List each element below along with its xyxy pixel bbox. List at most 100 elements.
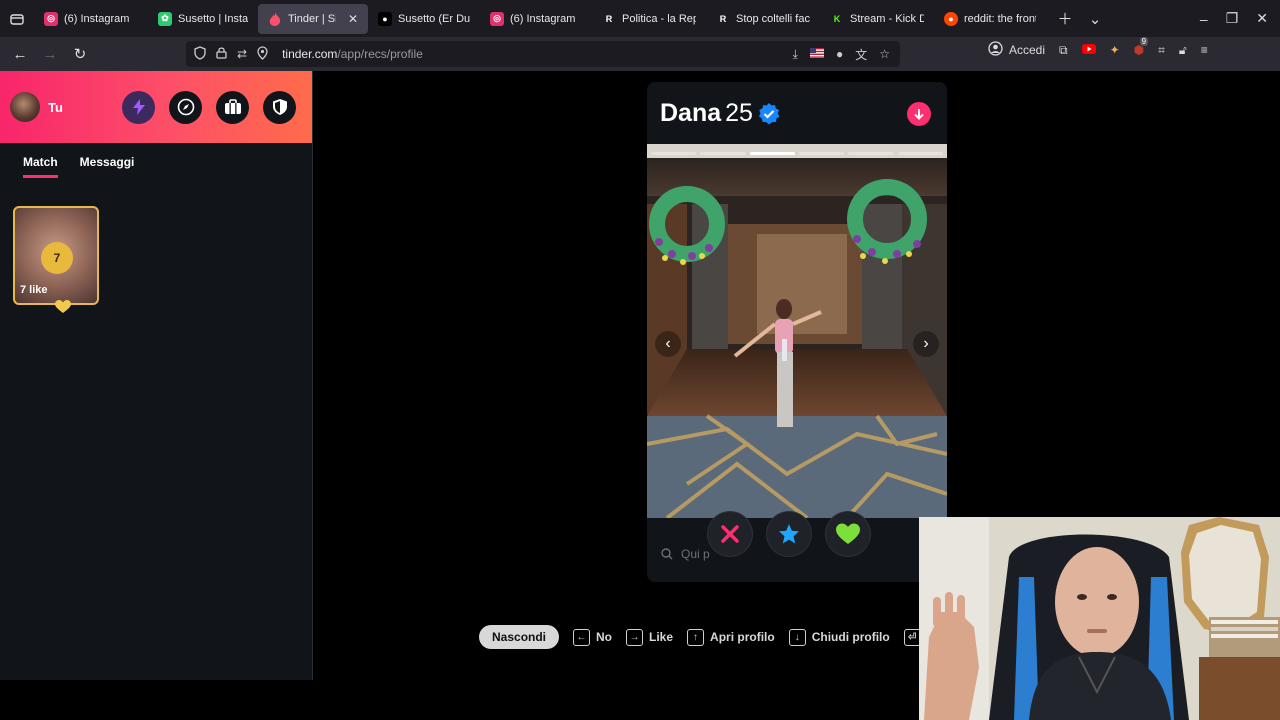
extension-badge: 9 — [1139, 37, 1149, 46]
down-key-icon: ↓ — [788, 628, 806, 646]
profile-photo[interactable]: ‹ › — [647, 144, 947, 518]
browser-tab-kick[interactable]: K Stream - Kick Das — [820, 4, 934, 34]
tab-label: Politica - la Repub — [622, 12, 696, 25]
location-icon[interactable] — [257, 45, 268, 63]
nope-button[interactable] — [708, 512, 752, 556]
like-button[interactable] — [826, 512, 870, 556]
shield-icon[interactable] — [194, 45, 206, 63]
header-icons — [122, 90, 296, 124]
tab-label: Susetto | Instagra — [178, 12, 248, 25]
url-text[interactable]: tinder.com/app/recs/profile — [282, 47, 423, 61]
extension-icon[interactable]: ✦ — [1110, 43, 1120, 57]
lightning-icon — [132, 99, 145, 115]
photo-progress-segment[interactable] — [798, 152, 845, 155]
toolbar-right: Accedi ⧉ ✦ ⬢ 9 ⌗ 🔓︎ ≡ — [988, 37, 1208, 59]
x-icon — [721, 525, 739, 543]
card-search[interactable]: Qui p — [661, 547, 710, 561]
list-all-tabs-button[interactable]: ⌄ — [1080, 4, 1110, 34]
shortcut-no[interactable]: ← No — [573, 628, 613, 646]
threads-icon: ● — [378, 11, 392, 26]
browser-tab-stop-coltelli[interactable]: R Stop coltelli facili — [706, 4, 820, 34]
new-tab-button[interactable]: ＋ — [1050, 4, 1080, 34]
browser-tab-susetto-instagram[interactable]: ✿ Susetto | Instagra — [148, 4, 258, 34]
minimize-icon[interactable]: – — [1200, 11, 1208, 27]
sign-in-button[interactable]: Accedi — [988, 41, 1045, 59]
arrow-left-icon: ← — [12, 45, 28, 63]
window-controls: – ❐ ✕ — [1200, 10, 1280, 27]
star-icon — [779, 524, 799, 544]
previous-photo-button[interactable]: ‹ — [655, 331, 681, 357]
bookmark-star-icon[interactable]: ☆ — [879, 47, 890, 61]
close-window-icon[interactable]: ✕ — [1256, 10, 1268, 27]
photo-progress-segment[interactable] — [651, 152, 697, 155]
tab-messaggi[interactable]: Messaggi — [80, 155, 135, 178]
shortcut-like[interactable]: → Like — [626, 628, 674, 646]
extensions-icon[interactable]: ⧉ — [1059, 43, 1068, 58]
browser-tab-instagram-1[interactable]: ◎ (6) Instagram — [34, 4, 148, 34]
back-button[interactable]: ← — [5, 39, 35, 69]
tab-match[interactable]: Match — [23, 155, 58, 178]
right-key-icon: → — [626, 628, 644, 646]
youtube-extension-icon[interactable] — [1081, 43, 1096, 57]
boost-button[interactable] — [122, 90, 155, 124]
shortcut-label: No — [596, 630, 613, 644]
up-key-icon: ↑ — [687, 628, 705, 646]
translate-icon[interactable]: 文 — [855, 46, 867, 63]
profile-age: 25 — [725, 99, 753, 127]
us-flag-icon[interactable] — [809, 47, 824, 61]
photo-progress — [651, 152, 943, 155]
restore-icon[interactable]: ❐ — [1226, 10, 1239, 27]
avatar[interactable] — [10, 92, 40, 122]
photo-progress-segment[interactable] — [700, 152, 746, 155]
work-mode-button[interactable] — [216, 90, 249, 124]
shortcut-close-profile[interactable]: ↓ Chiudi profilo — [788, 628, 890, 646]
kick-icon: K — [833, 13, 841, 24]
browser-nav-bar: ← → ↻ ⇄ tinder.com/app/recs/profile ⤓ ● … — [0, 37, 1280, 71]
plus-icon: ＋ — [1057, 11, 1073, 28]
close-profile-button[interactable] — [907, 102, 931, 126]
next-photo-button[interactable]: › — [913, 331, 939, 357]
ublock-extension-icon[interactable]: ⬢ 9 — [1134, 37, 1149, 57]
likes-you-card[interactable]: 7 7 like — [13, 206, 99, 313]
forward-button[interactable]: → — [35, 39, 65, 69]
tabs-overview-icon — [10, 13, 24, 25]
photo-progress-segment[interactable] — [897, 152, 943, 155]
browser-tab-tinder[interactable]: Tinder | Sito di ✕ — [258, 3, 368, 34]
shortcut-label: Chiudi profilo — [811, 630, 890, 644]
photo-progress-segment[interactable] — [749, 152, 795, 155]
download-page-icon[interactable]: ⤓ — [793, 47, 798, 62]
safety-button[interactable] — [263, 90, 296, 124]
browser-tab-instagram-2[interactable]: ◎ (6) Instagram — [480, 4, 592, 34]
shortcut-open-profile[interactable]: ↑ Apri profilo — [687, 628, 775, 646]
likes-count-badge: 7 — [41, 242, 73, 274]
keyboard-shortcuts-bar: Nascondi ← No → Like ↑ Apri profilo ↓ Ch… — [479, 625, 942, 649]
left-key-icon: ← — [573, 628, 591, 646]
close-tab-icon[interactable]: ✕ — [348, 12, 358, 26]
profile-card[interactable]: Dana 25 ‹ › Qui p — [647, 82, 947, 582]
tab-label: Stream - Kick Das — [850, 12, 924, 25]
tinder-flame-icon — [268, 11, 282, 26]
browser-tab-reddit[interactable]: ● reddit: the front p — [934, 4, 1046, 34]
unlock-extension-icon[interactable]: 🔓︎ — [1179, 43, 1187, 58]
reddit-icon: ● — [944, 11, 958, 26]
pin-icon[interactable]: ● — [836, 47, 843, 61]
shortcut-label: Apri profilo — [710, 630, 775, 644]
hide-shortcuts-button[interactable]: Nascondi — [479, 625, 560, 649]
menu-icon[interactable]: ≡ — [1201, 43, 1208, 57]
instagram-icon: ◎ — [490, 11, 504, 26]
browser-tab-susetto-erduro[interactable]: ● Susetto (Er Duro) — [368, 4, 480, 34]
tab-label: reddit: the front p — [964, 12, 1036, 25]
super-like-button[interactable] — [767, 512, 811, 556]
profile-link[interactable]: Tu — [48, 100, 63, 115]
explore-button[interactable] — [169, 90, 202, 124]
tab-overview-button[interactable] — [0, 0, 34, 37]
swipe-actions — [708, 512, 870, 556]
url-bar[interactable]: ⇄ tinder.com/app/recs/profile ⤓ ● 文 ☆ — [186, 41, 900, 67]
permissions-icon[interactable]: ⇄ — [237, 47, 247, 61]
browser-tab-repubblica[interactable]: R Politica - la Repub — [592, 4, 706, 34]
crop-icon[interactable]: ⌗ — [1158, 43, 1165, 58]
lock-icon[interactable] — [216, 46, 227, 62]
photo-progress-segment[interactable] — [848, 152, 894, 155]
reload-button[interactable]: ↻ — [65, 39, 95, 69]
shortcut-label: Like — [649, 630, 674, 644]
